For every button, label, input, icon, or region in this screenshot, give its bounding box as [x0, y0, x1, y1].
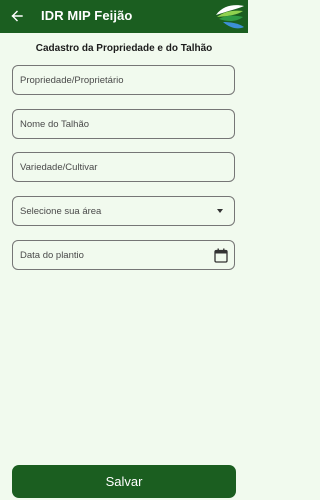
save-button[interactable]: Salvar	[12, 465, 236, 498]
app-bar: IDR MIP Feijão	[0, 0, 248, 33]
arrow-left-icon	[11, 10, 23, 22]
idr-logo	[216, 5, 244, 29]
property-owner-field[interactable]: Propriedade/Proprietário	[12, 65, 235, 95]
area-select-placeholder: Selecione sua área	[20, 206, 102, 217]
variety-cultivar-placeholder: Variedade/Cultivar	[20, 162, 98, 173]
app-title: IDR MIP Feijão	[41, 8, 133, 23]
variety-cultivar-field[interactable]: Variedade/Cultivar	[12, 152, 235, 182]
back-button[interactable]	[5, 4, 29, 28]
save-button-label: Salvar	[105, 474, 143, 489]
calendar-icon[interactable]	[214, 248, 228, 263]
plot-name-field[interactable]: Nome do Talhão	[12, 109, 235, 139]
plot-name-placeholder: Nome do Talhão	[20, 119, 90, 130]
dropdown-arrow-icon	[217, 209, 223, 213]
planting-date-field[interactable]: Data do plantio	[12, 240, 235, 270]
area-select[interactable]: Selecione sua área	[12, 196, 235, 226]
planting-date-placeholder: Data do plantio	[20, 250, 84, 261]
property-owner-placeholder: Propriedade/Proprietário	[20, 75, 124, 86]
form-title: Cadastro da Propriedade e do Talhão	[35, 43, 213, 54]
